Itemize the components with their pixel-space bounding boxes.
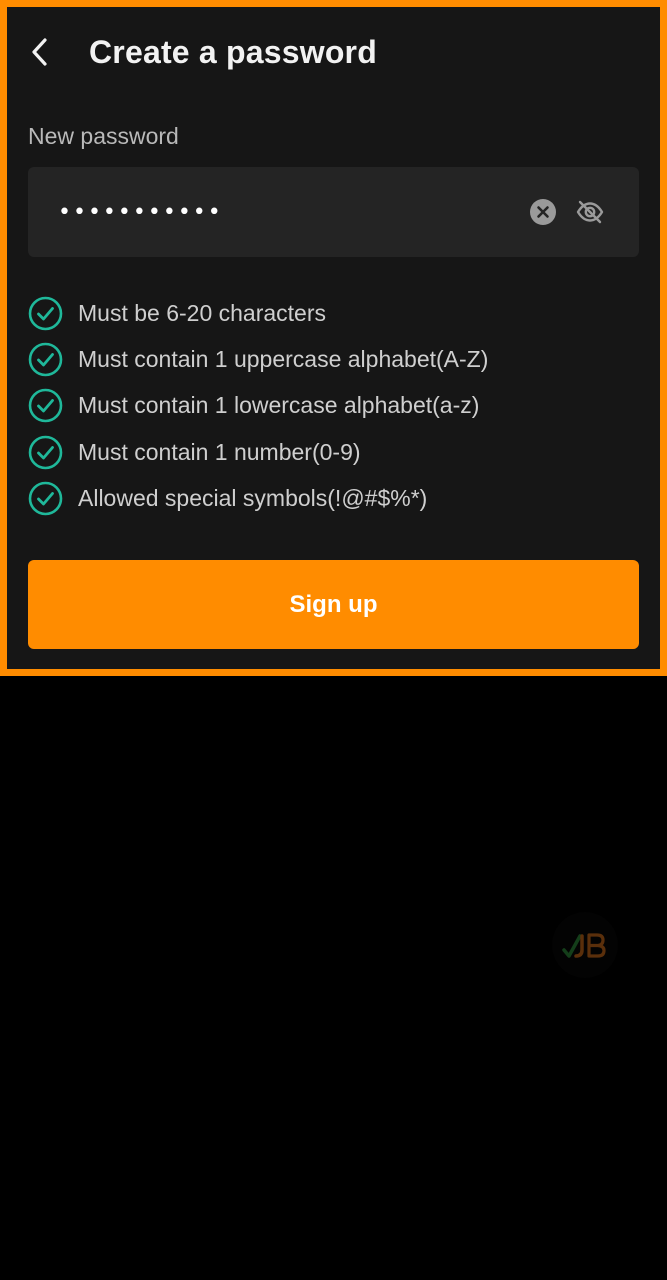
- page-title: Create a password: [89, 33, 377, 70]
- sign-up-button[interactable]: Sign up: [28, 560, 639, 649]
- password-rules-list: Must be 6-20 characters Must contain 1 u…: [28, 290, 488, 522]
- check-circle-icon: [28, 435, 63, 470]
- rule-text: Must contain 1 number(0-9): [78, 438, 361, 465]
- check-circle-icon: [28, 481, 63, 516]
- create-password-panel: Create a password New password •••••••••…: [0, 0, 667, 676]
- rule-text: Must be 6-20 characters: [78, 299, 327, 326]
- password-rule: Must contain 1 number(0-9): [28, 429, 488, 475]
- password-rule: Allowed special symbols(!@#$%*): [28, 476, 488, 522]
- check-circle-icon: [28, 388, 63, 423]
- check-circle-icon: [28, 296, 63, 331]
- password-rule: Must contain 1 lowercase alphabet(a-z): [28, 383, 488, 429]
- password-input[interactable]: •••••••••••: [28, 167, 639, 257]
- toggle-visibility-button[interactable]: [574, 196, 606, 228]
- rule-text: Allowed special symbols(!@#$%*): [78, 485, 428, 512]
- password-rule: Must contain 1 uppercase alphabet(A-Z): [28, 336, 488, 382]
- clear-circle-icon: [530, 199, 556, 225]
- brand-logo-icon: [552, 912, 618, 978]
- clear-password-button[interactable]: [528, 197, 558, 227]
- rule-text: Must contain 1 lowercase alphabet(a-z): [78, 392, 480, 419]
- new-password-label: New password: [28, 123, 179, 149]
- eye-off-icon: [576, 200, 604, 224]
- password-rule: Must be 6-20 characters: [28, 290, 488, 336]
- back-button[interactable]: [29, 29, 75, 75]
- password-value[interactable]: •••••••••••: [58, 200, 528, 225]
- chevron-left-icon: [32, 38, 47, 66]
- header: Create a password: [29, 29, 377, 75]
- check-circle-icon: [28, 342, 63, 377]
- rule-text: Must contain 1 uppercase alphabet(A-Z): [78, 346, 489, 373]
